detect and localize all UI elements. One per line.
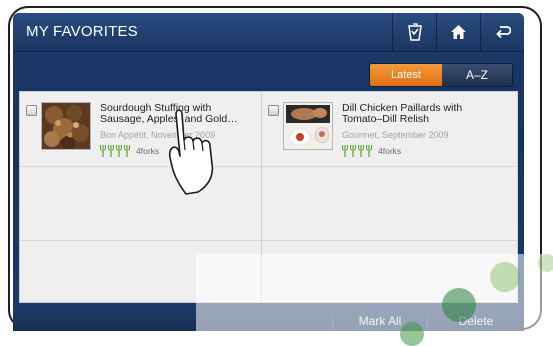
row-divider: [20, 166, 517, 167]
select-checkbox[interactable]: [26, 105, 37, 116]
back-button[interactable]: [480, 13, 524, 51]
fork-rating: 4forks: [342, 145, 401, 157]
fork-rating: 4forks: [100, 145, 159, 157]
sort-toggle: Latest A–Z: [369, 63, 513, 87]
recipe-thumbnail: [41, 102, 91, 150]
shopping-list-button[interactable]: [392, 13, 436, 51]
mark-all-button[interactable]: Mark All: [333, 307, 427, 331]
fork-icon: [116, 145, 122, 157]
touch-hand-icon: [168, 109, 214, 195]
fork-icon: [358, 145, 364, 157]
recipe-thumbnail: [283, 102, 333, 150]
delete-button[interactable]: Delete: [428, 307, 524, 331]
rating-label: 4forks: [136, 146, 160, 156]
select-checkbox[interactable]: [268, 105, 279, 116]
recipe-card[interactable]: Dill Chicken Paillards with Tomato–Dill …: [262, 92, 519, 166]
fork-icon: [124, 145, 130, 157]
header-bar: MY FAVORITES: [13, 13, 524, 52]
home-icon: [451, 25, 466, 39]
fork-icon: [342, 145, 348, 157]
action-bar: Mark All Delete: [13, 307, 524, 331]
page-title: MY FAVORITES: [26, 23, 138, 40]
sort-latest-button[interactable]: Latest: [370, 64, 442, 86]
fork-icon: [350, 145, 356, 157]
home-button[interactable]: [436, 13, 480, 51]
shopping-list-icon: [407, 23, 422, 41]
recipe-title: Dill Chicken Paillards with Tomato–Dill …: [342, 102, 463, 125]
favorites-grid: Sourdough Stuffing with Sausage, Apples,…: [19, 91, 518, 303]
fork-icon: [366, 145, 372, 157]
back-icon: [495, 26, 511, 39]
app-screen: MY FAVORITES Latest A–Z Sourdough Stuffi…: [13, 13, 524, 331]
fork-icon: [100, 145, 106, 157]
recipe-source: Gourmet, September 2009: [342, 130, 449, 140]
rating-label: 4forks: [378, 146, 402, 156]
fork-icon: [108, 145, 114, 157]
row-divider: [20, 240, 517, 241]
sort-az-button[interactable]: A–Z: [442, 64, 512, 86]
